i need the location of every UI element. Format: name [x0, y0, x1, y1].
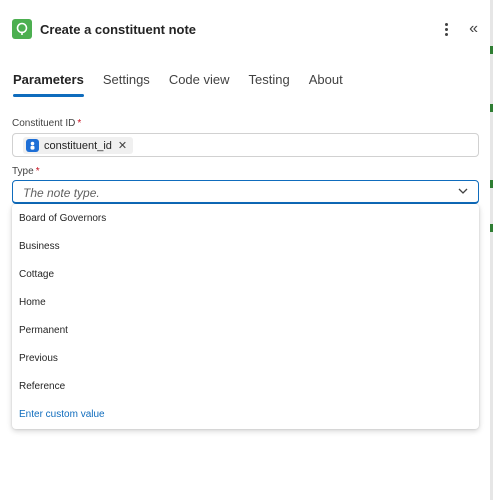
tab-testing[interactable]: Testing	[249, 72, 290, 97]
type-options-list: Board of Governors Business Cottage Home…	[12, 204, 479, 429]
constituent-id-label: Constituent ID *	[12, 118, 82, 129]
panel-title: Create a constituent note	[40, 21, 197, 37]
more-options-icon[interactable]	[439, 22, 453, 36]
panel-header: Create a constituent note «	[12, 16, 478, 42]
tab-bar: Parameters Settings Code view Testing Ab…	[13, 72, 343, 97]
tab-code-view[interactable]: Code view	[169, 72, 230, 97]
option-previous[interactable]: Previous	[19, 353, 58, 364]
option-reference[interactable]: Reference	[19, 381, 65, 392]
option-board-of-governors[interactable]: Board of Governors	[19, 213, 106, 224]
option-home[interactable]: Home	[19, 297, 46, 308]
app-icon	[12, 19, 32, 39]
constituent-id-field[interactable]: constituent_id ✕	[12, 133, 479, 157]
collapse-panel-icon[interactable]: «	[469, 21, 478, 37]
type-label: Type *	[12, 166, 40, 177]
token-source-icon	[26, 139, 39, 152]
type-placeholder: The note type.	[23, 186, 100, 200]
token-label: constituent_id	[44, 139, 112, 152]
action-panel: Create a constituent note « Parameters S…	[0, 0, 490, 500]
option-cottage[interactable]: Cottage	[19, 269, 54, 280]
enter-custom-value-option[interactable]: Enter custom value	[19, 409, 105, 420]
option-permanent[interactable]: Permanent	[19, 325, 68, 336]
tree-icon	[16, 22, 28, 35]
dynamic-content-token[interactable]: constituent_id ✕	[23, 137, 134, 154]
type-dropdown[interactable]: The note type.	[12, 180, 479, 204]
person-icon	[30, 141, 35, 150]
chevron-down-icon[interactable]	[456, 184, 470, 198]
required-mark: *	[77, 118, 82, 129]
remove-token-icon[interactable]: ✕	[118, 139, 127, 152]
tab-settings[interactable]: Settings	[103, 72, 150, 97]
option-business[interactable]: Business	[19, 241, 60, 252]
header-actions: «	[439, 16, 478, 42]
required-mark: *	[35, 166, 40, 177]
tab-parameters[interactable]: Parameters	[13, 72, 84, 97]
tab-about[interactable]: About	[309, 72, 343, 97]
